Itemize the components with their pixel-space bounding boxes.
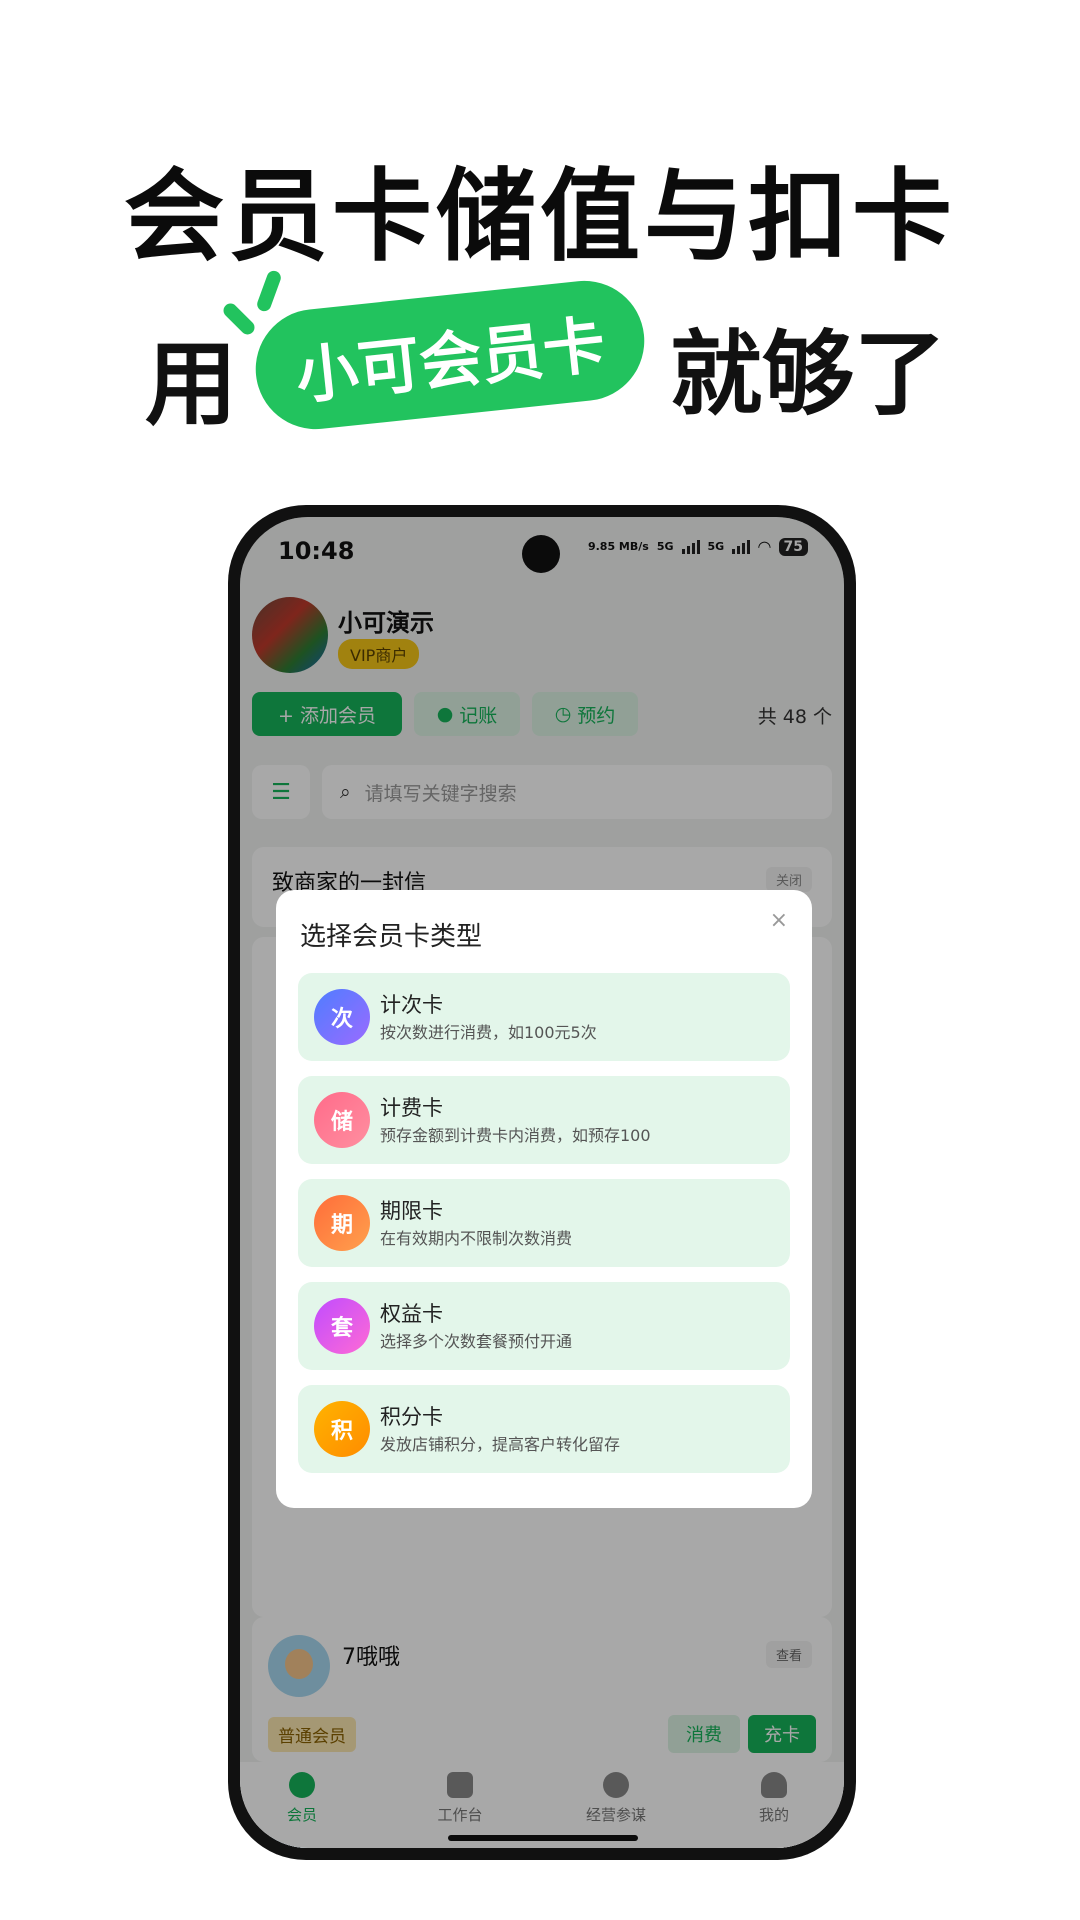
- spark-decoration: [255, 268, 283, 314]
- phone-frame: 10:48 9.85 MB/s 5G 5G ◠ 75 小可演示 VIP商户 + …: [228, 505, 856, 1860]
- option-count-card[interactable]: 次 计次卡 按次数进行消费，如100元5次: [298, 973, 790, 1061]
- brand-pill: 小可会员卡: [249, 274, 651, 436]
- benefit-card-icon: 套: [314, 1298, 370, 1354]
- option-desc: 发放店铺积分，提高客户转化留存: [380, 1435, 621, 1454]
- points-card-icon: 积: [314, 1401, 370, 1457]
- count-card-icon: 次: [314, 989, 370, 1045]
- headline-line2: 用 小可会员卡 就够了: [0, 268, 1080, 440]
- option-stored-value-card[interactable]: 储 计费卡 预存金额到计费卡内消费，如预存100: [298, 1076, 790, 1164]
- headline-prefix: 用: [145, 331, 238, 438]
- option-name: 权益卡: [380, 1302, 443, 1326]
- headline-title: 会员卡储值与扣卡: [124, 158, 956, 275]
- card-type-modal: 选择会员卡类型 × 次 计次卡 按次数进行消费，如100元5次 储 计费卡 预存…: [276, 890, 812, 1508]
- option-name: 积分卡: [380, 1405, 443, 1429]
- option-desc: 在有效期内不限制次数消费: [380, 1229, 573, 1248]
- option-desc: 按次数进行消费，如100元5次: [380, 1023, 597, 1042]
- period-card-icon: 期: [314, 1195, 370, 1251]
- option-name: 计次卡: [380, 993, 443, 1017]
- option-period-card[interactable]: 期 期限卡 在有效期内不限制次数消费: [298, 1179, 790, 1267]
- modal-title: 选择会员卡类型: [300, 922, 483, 952]
- phone-screen: 10:48 9.85 MB/s 5G 5G ◠ 75 小可演示 VIP商户 + …: [240, 517, 844, 1848]
- option-desc: 选择多个次数套餐预付开通: [380, 1332, 573, 1351]
- headline-suffix: 就够了: [670, 321, 947, 428]
- stored-value-icon: 储: [314, 1092, 370, 1148]
- option-benefit-card[interactable]: 套 权益卡 选择多个次数套餐预付开通: [298, 1282, 790, 1370]
- close-icon[interactable]: ×: [770, 908, 788, 933]
- option-points-card[interactable]: 积 积分卡 发放店铺积分，提高客户转化留存: [298, 1385, 790, 1473]
- option-name: 计费卡: [380, 1096, 443, 1120]
- option-desc: 预存金额到计费卡内消费，如预存100: [380, 1126, 651, 1145]
- option-name: 期限卡: [380, 1199, 443, 1223]
